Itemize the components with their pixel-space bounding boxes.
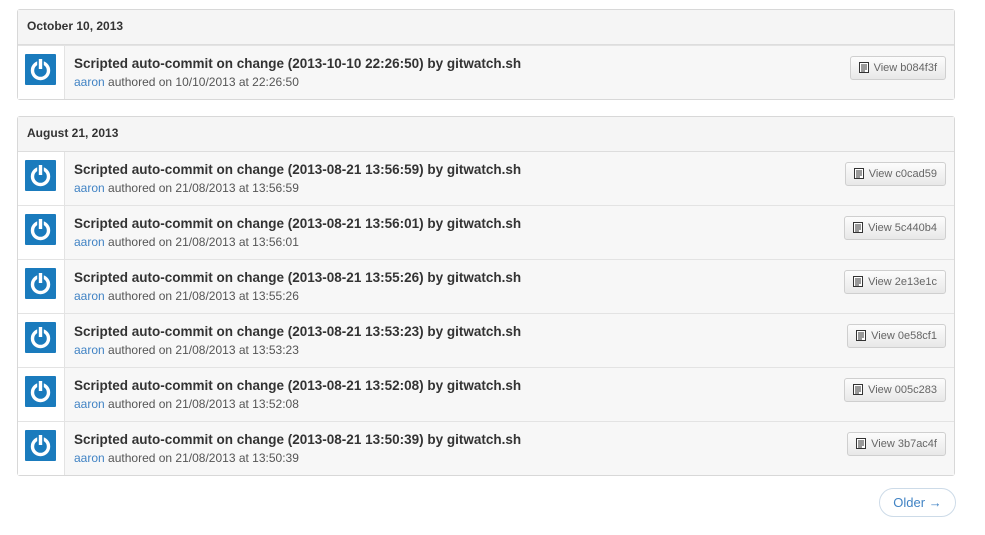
commit-row: Scripted auto-commit on change (2013-08-…: [18, 313, 954, 367]
commit-row: Scripted auto-commit on change (2013-08-…: [18, 367, 954, 421]
power-icon: [30, 272, 51, 295]
author-link[interactable]: aaron: [74, 181, 105, 195]
avatar-cell: [18, 206, 65, 259]
avatar[interactable]: [25, 214, 56, 245]
document-icon: [858, 62, 869, 73]
commit-meta: aaron authored on 21/08/2013 at 13:55:26: [74, 289, 299, 303]
avatar-cell: [18, 260, 65, 313]
commit-row: Scripted auto-commit on change (2013-08-…: [18, 421, 954, 475]
view-commit-button[interactable]: View 0e58cf1: [847, 324, 946, 348]
authored-text: authored on 10/10/2013 at 22:26:50: [108, 75, 299, 89]
authored-text: authored on 21/08/2013 at 13:52:08: [108, 397, 299, 411]
authored-text: authored on 21/08/2013 at 13:56:01: [108, 235, 299, 249]
view-commit-button[interactable]: View c0cad59: [844, 162, 946, 186]
view-button-label: View 5c440b4: [868, 222, 937, 234]
avatar-cell: [18, 46, 65, 99]
power-icon: [30, 58, 51, 81]
power-icon: [30, 164, 51, 187]
view-button-label: View 2e13e1c: [868, 276, 937, 288]
view-button-label: View 0e58cf1: [871, 330, 937, 342]
document-icon: [856, 330, 867, 341]
view-commit-button[interactable]: View 005c283: [844, 378, 946, 402]
author-link[interactable]: aaron: [74, 451, 105, 465]
commit-meta: aaron authored on 21/08/2013 at 13:52:08: [74, 397, 299, 411]
commit-group-oct-10: October 10, 2013 Scripted auto-commit on…: [17, 9, 955, 100]
commit-row: Scripted auto-commit on change (2013-08-…: [18, 152, 954, 205]
document-icon: [856, 438, 867, 449]
commit-title[interactable]: Scripted auto-commit on change (2013-08-…: [74, 378, 521, 393]
view-commit-button[interactable]: View 3b7ac4f: [847, 432, 946, 456]
commit-meta: aaron authored on 21/08/2013 at 13:50:39: [74, 451, 299, 465]
power-icon: [30, 380, 51, 403]
commit-meta: aaron authored on 21/08/2013 at 13:56:01: [74, 235, 299, 249]
commit-title[interactable]: Scripted auto-commit on change (2013-08-…: [74, 162, 521, 177]
commit-meta: aaron authored on 21/08/2013 at 13:53:23: [74, 343, 299, 357]
commit-title[interactable]: Scripted auto-commit on change (2013-08-…: [74, 270, 521, 285]
avatar[interactable]: [25, 160, 56, 191]
author-link[interactable]: aaron: [74, 343, 105, 357]
document-icon: [853, 168, 864, 179]
avatar-cell: [18, 368, 65, 421]
view-button-label: View c0cad59: [868, 168, 937, 180]
power-icon: [30, 326, 51, 349]
avatar[interactable]: [25, 268, 56, 299]
commit-title[interactable]: Scripted auto-commit on change (2013-08-…: [74, 324, 521, 339]
avatar[interactable]: [25, 54, 56, 85]
authored-text: authored on 21/08/2013 at 13:56:59: [108, 181, 299, 195]
author-link[interactable]: aaron: [74, 397, 105, 411]
avatar-cell: [18, 152, 65, 205]
group-date-header: August 21, 2013: [18, 117, 954, 152]
author-link[interactable]: aaron: [74, 235, 105, 249]
view-commit-button[interactable]: View 2e13e1c: [844, 270, 946, 294]
group-date-header: October 10, 2013: [18, 10, 954, 45]
commit-row: Scripted auto-commit on change (2013-08-…: [18, 259, 954, 313]
commit-row: Scripted auto-commit on change (2013-08-…: [18, 205, 954, 259]
view-commit-button[interactable]: View b084f3f: [849, 56, 946, 80]
avatar-cell: [18, 422, 65, 475]
power-icon: [30, 218, 51, 241]
document-icon: [853, 276, 864, 287]
author-link[interactable]: aaron: [74, 289, 105, 303]
commit-title[interactable]: Scripted auto-commit on change (2013-08-…: [74, 216, 521, 231]
commit-group-aug-21: August 21, 2013 Scripted auto-commit on …: [17, 116, 955, 476]
commit-title[interactable]: Scripted auto-commit on change (2013-08-…: [74, 432, 521, 447]
document-icon: [853, 384, 864, 395]
commit-meta: aaron authored on 10/10/2013 at 22:26:50: [74, 75, 299, 89]
commit-row: Scripted auto-commit on change (2013-10-…: [18, 45, 954, 99]
avatar[interactable]: [25, 430, 56, 461]
power-icon: [30, 434, 51, 457]
authored-text: authored on 21/08/2013 at 13:50:39: [108, 451, 299, 465]
view-button-label: View 005c283: [868, 384, 937, 396]
commit-meta: aaron authored on 21/08/2013 at 13:56:59: [74, 181, 299, 195]
authored-text: authored on 21/08/2013 at 13:53:23: [108, 343, 299, 357]
avatar[interactable]: [25, 322, 56, 353]
commit-title[interactable]: Scripted auto-commit on change (2013-10-…: [74, 56, 521, 71]
older-button[interactable]: Older →: [879, 488, 956, 517]
view-button-label: View 3b7ac4f: [871, 438, 937, 450]
author-link[interactable]: aaron: [74, 75, 105, 89]
avatar-cell: [18, 314, 65, 367]
view-button-label: View b084f3f: [873, 62, 937, 74]
view-commit-button[interactable]: View 5c440b4: [844, 216, 946, 240]
document-icon: [853, 222, 864, 233]
authored-text: authored on 21/08/2013 at 13:55:26: [108, 289, 299, 303]
commit-list: Scripted auto-commit on change (2013-08-…: [18, 152, 954, 475]
avatar[interactable]: [25, 376, 56, 407]
